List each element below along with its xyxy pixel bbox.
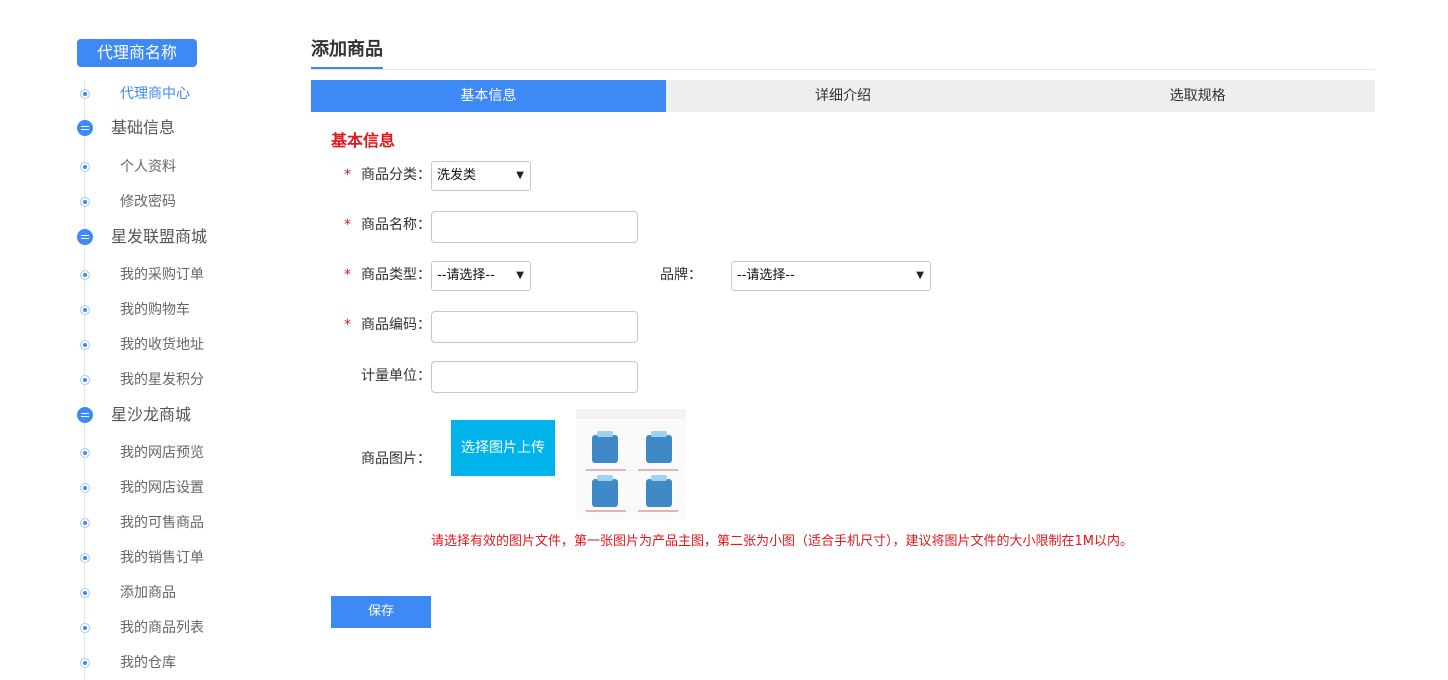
code-input[interactable] xyxy=(431,311,638,343)
sidebar-item-label: 我的网店预览 xyxy=(120,445,204,461)
bullet-dot-icon xyxy=(80,375,90,385)
tab-spec[interactable]: 选取规格 xyxy=(1020,80,1375,112)
tab-basic-info[interactable]: 基本信息 xyxy=(311,80,666,112)
type-label: * 商品类型： xyxy=(344,267,431,283)
thumbnail-caption xyxy=(638,469,678,471)
unit-label: 计量单位： xyxy=(361,368,431,384)
sidebar-item-label: 我的网店设置 xyxy=(120,480,204,496)
thumbnail-topbar xyxy=(576,409,686,419)
form-tabs: 基本信息 详细介绍 选取规格 xyxy=(311,80,1375,112)
category-label: * 商品分类： xyxy=(344,167,431,183)
sidebar-item[interactable]: 我的收货地址 xyxy=(0,335,260,355)
section-list-icon xyxy=(77,229,93,245)
tab-detail[interactable]: 详细介绍 xyxy=(666,80,1021,112)
upload-image-button[interactable]: 选择图片上传 xyxy=(451,420,555,476)
thumbnail-product xyxy=(646,475,672,507)
sidebar-item-label: 我的收货地址 xyxy=(120,337,204,353)
caret-down-icon: ▼ xyxy=(516,270,524,281)
bullet-dot-icon xyxy=(80,588,90,598)
thumbnail-caption xyxy=(586,469,626,471)
bullet-dot-icon xyxy=(80,483,90,493)
type-select[interactable]: --请选择-- ▼ xyxy=(431,261,531,291)
image-hint-text: 请选择有效的图片文件，第一张图片为产品主图，第二张为小图（适合手机尺寸），建议将… xyxy=(431,534,1133,549)
sidebar-item-label: 我的购物车 xyxy=(120,302,190,318)
sidebar-item-label: 我的可售商品 xyxy=(120,515,204,531)
bullet-dot-icon xyxy=(80,448,90,458)
sidebar-item[interactable]: 添加商品 xyxy=(0,583,260,603)
required-mark: * xyxy=(344,217,351,233)
caret-down-icon: ▼ xyxy=(916,270,924,281)
bullet-dot-icon xyxy=(80,162,90,172)
sidebar-item[interactable]: 我的星发积分 xyxy=(0,370,260,390)
caret-down-icon: ▼ xyxy=(516,170,524,181)
sidebar-item[interactable]: 我的网店预览 xyxy=(0,443,260,463)
thumbnail-product xyxy=(592,475,618,507)
name-input[interactable] xyxy=(431,211,638,243)
sidebar-item[interactable]: 代理商中心 xyxy=(0,84,260,104)
section-title: 基本信息 xyxy=(331,131,396,150)
bullet-dot-icon xyxy=(80,518,90,528)
bullet-dot-icon xyxy=(80,553,90,563)
image-label: 商品图片： xyxy=(361,451,431,467)
thumbnail-product xyxy=(592,431,618,463)
sidebar-section[interactable]: 基础信息 xyxy=(0,118,260,139)
sidebar-item-label: 修改密码 xyxy=(120,194,176,210)
sidebar-item[interactable]: 修改密码 xyxy=(0,192,260,212)
section-list-icon xyxy=(77,407,93,423)
bullet-dot-icon xyxy=(80,197,90,207)
thumbnail-caption xyxy=(638,510,678,512)
bullet-dot-icon xyxy=(80,305,90,315)
thumbnail-product xyxy=(646,431,672,463)
page-title: 添加商品 xyxy=(311,39,383,60)
brand-select[interactable]: --请选择-- ▼ xyxy=(731,261,931,291)
brand-label: 品牌： xyxy=(660,267,702,283)
sidebar-item-label: 我的销售订单 xyxy=(120,550,204,566)
sidebar-section-label: 基础信息 xyxy=(111,118,176,137)
bullet-dot-icon xyxy=(80,89,90,99)
bullet-dot-icon xyxy=(80,270,90,280)
sidebar-item-label: 我的仓库 xyxy=(120,655,176,671)
save-button[interactable]: 保存 xyxy=(331,596,431,628)
sidebar-item-label: 我的采购订单 xyxy=(120,267,204,283)
sidebar: 代理商名称 代理商中心基础信息个人资料修改密码星发联盟商城 我的采购订单 我的购物车… xyxy=(0,0,260,680)
category-select-value: 洗发类 xyxy=(437,168,477,183)
sidebar-section[interactable]: 星沙龙商城 xyxy=(0,405,260,426)
sidebar-section-label: 星发联盟商城 xyxy=(111,227,208,246)
section-list-icon xyxy=(77,120,93,136)
category-select[interactable]: 洗发类 ▼ xyxy=(431,161,531,191)
sidebar-item[interactable]: 我的销售订单 xyxy=(0,548,260,568)
sidebar-item[interactable]: 我的购物车 xyxy=(0,300,260,320)
title-divider xyxy=(311,69,1375,70)
bullet-dot-icon xyxy=(80,340,90,350)
sidebar-section-label: 星沙龙商城 xyxy=(111,405,192,424)
sidebar-item[interactable]: 我的可售商品 xyxy=(0,513,260,533)
sidebar-item-label: 我的商品列表 xyxy=(120,620,204,636)
sidebar-item-label: 个人资料 xyxy=(120,159,176,175)
sidebar-item-label: 添加商品 xyxy=(120,585,176,601)
brand-select-value: --请选择-- xyxy=(737,268,795,283)
type-select-value: --请选择-- xyxy=(437,268,495,283)
sidebar-item[interactable]: 我的采购订单 xyxy=(0,265,260,285)
sidebar-item-label: 代理商中心 xyxy=(120,86,190,102)
sidebar-item-label: 我的星发积分 xyxy=(120,372,204,388)
agent-name-badge: 代理商名称 xyxy=(77,39,197,67)
sidebar-item[interactable]: 我的商品列表 xyxy=(0,618,260,638)
product-image-thumbnail[interactable] xyxy=(576,409,686,519)
required-mark: * xyxy=(344,167,351,183)
unit-input[interactable] xyxy=(431,361,638,393)
required-mark: * xyxy=(344,267,351,283)
sidebar-item[interactable]: 个人资料 xyxy=(0,157,260,177)
required-mark: * xyxy=(344,317,351,333)
sidebar-section[interactable]: 星发联盟商城 xyxy=(0,227,260,248)
name-label: * 商品名称： xyxy=(344,217,431,233)
code-label: * 商品编码： xyxy=(344,317,431,333)
thumbnail-caption xyxy=(586,510,626,512)
sidebar-item[interactable]: 我的仓库 xyxy=(0,653,260,673)
bullet-dot-icon xyxy=(80,623,90,633)
sidebar-item[interactable]: 我的网店设置 xyxy=(0,478,260,498)
